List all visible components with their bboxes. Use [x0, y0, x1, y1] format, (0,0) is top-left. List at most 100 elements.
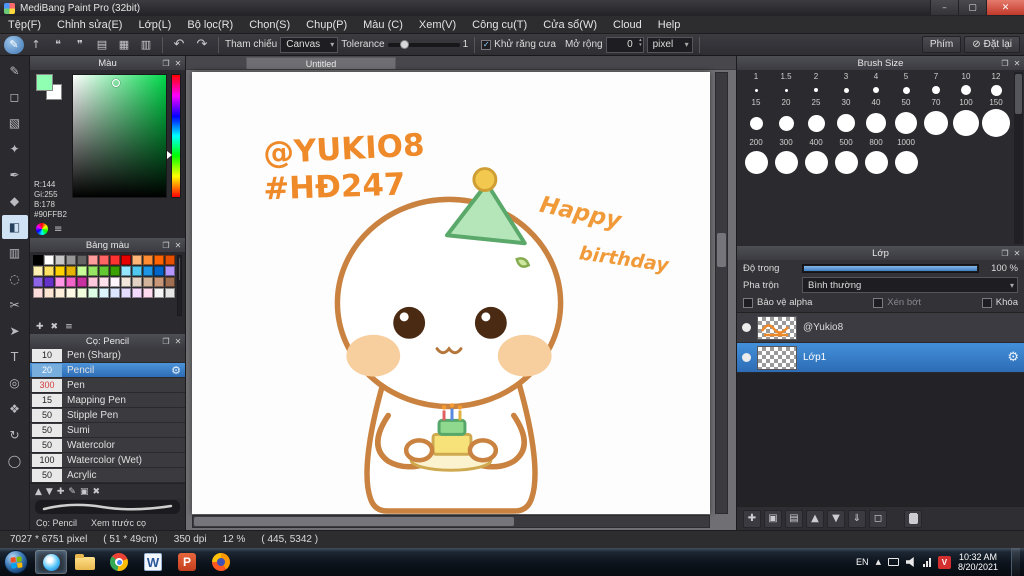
reset-button[interactable]: ⊘ Đặt lại: [964, 36, 1020, 53]
add-color-icon[interactable]: ✚: [36, 322, 44, 332]
reference-dropdown[interactable]: Canvas: [280, 36, 339, 53]
layer-visibility-icon[interactable]: [742, 353, 751, 362]
operation-tool[interactable]: ➤: [2, 319, 28, 343]
close-icon[interactable]: ✕: [173, 241, 183, 250]
layer-down-icon[interactable]: ▼: [827, 509, 845, 528]
palette-swatch[interactable]: [121, 288, 131, 298]
duplicate-layer-icon[interactable]: ▣: [764, 509, 782, 528]
menu-item-9[interactable]: Cửa sổ(W): [535, 16, 605, 34]
canvas-horizontal-scrollbar[interactable]: [192, 515, 710, 528]
brush-size-option[interactable]: 800: [861, 138, 891, 176]
palette-swatch[interactable]: [165, 288, 175, 298]
brush-list-item[interactable]: 50 Watercolor: [30, 438, 185, 453]
pen-nib-tool[interactable]: ✒: [2, 163, 28, 187]
chrome-taskbar-icon[interactable]: [103, 550, 135, 574]
layer-settings-gear-icon[interactable]: ⚙: [1007, 350, 1019, 365]
brush-mode-icon[interactable]: ✎: [4, 35, 24, 54]
palette-swatch[interactable]: [44, 277, 54, 287]
brush-size-option[interactable]: 4: [861, 72, 891, 98]
palette-swatch[interactable]: [132, 266, 142, 276]
menu-item-6[interactable]: Màu (C): [355, 16, 411, 34]
material-icon[interactable]: ▥: [136, 36, 156, 54]
brush-size-option[interactable]: 12: [981, 72, 1011, 98]
close-icon[interactable]: ✕: [173, 337, 183, 346]
explorer-taskbar-icon[interactable]: [69, 550, 101, 574]
drawing-canvas[interactable]: @YUKIO8 #HĐ247 Happy birthday: [192, 72, 710, 514]
palette-swatch[interactable]: [154, 266, 164, 276]
palette-swatch[interactable]: [154, 255, 164, 265]
eyedropper-tool[interactable]: ◎: [2, 371, 28, 395]
redo-button[interactable]: ↷: [192, 36, 212, 54]
palette-swatch[interactable]: [44, 288, 54, 298]
foreground-swatch[interactable]: [36, 74, 53, 91]
brush-size-option[interactable]: 1: [741, 72, 771, 98]
minimize-button[interactable]: –: [930, 0, 958, 15]
palette-swatch[interactable]: [110, 277, 120, 287]
palette-swatch[interactable]: [121, 266, 131, 276]
palette-swatch[interactable]: [143, 288, 153, 298]
brush-size-option[interactable]: 1.5: [771, 72, 801, 98]
menu-item-5[interactable]: Chụp(P): [298, 16, 355, 34]
palette-swatch[interactable]: [143, 255, 153, 265]
opacity-slider[interactable]: [802, 264, 979, 273]
palette-swatch[interactable]: [33, 288, 43, 298]
word-taskbar-icon[interactable]: W: [137, 550, 169, 574]
palette-swatch[interactable]: [165, 255, 175, 265]
tray-clock[interactable]: 10:32 AM 8/20/2021: [958, 552, 998, 572]
palette-swatch[interactable]: [110, 288, 120, 298]
clear-layer-icon[interactable]: ◻: [869, 509, 887, 528]
hue-slider[interactable]: [167, 74, 181, 198]
brush-size-option[interactable]: 3: [831, 72, 861, 98]
popout-icon[interactable]: ❐: [1000, 249, 1010, 258]
clipping-checkbox[interactable]: Xén bớt: [873, 297, 921, 308]
palette-swatch[interactable]: [55, 255, 65, 265]
brush-size-option[interactable]: 5: [891, 72, 921, 98]
sv-marker[interactable]: [112, 78, 121, 87]
palette-swatch[interactable]: [143, 266, 153, 276]
powerpoint-taskbar-icon[interactable]: P: [171, 550, 203, 574]
palette-swatch[interactable]: [132, 277, 142, 287]
protect-alpha-checkbox[interactable]: Bảo vệ alpha: [743, 297, 812, 308]
antialias-checkbox[interactable]: ✓: [481, 39, 492, 50]
start-button[interactable]: [4, 550, 28, 574]
palette-swatch[interactable]: [44, 266, 54, 276]
popout-icon[interactable]: ❐: [161, 337, 171, 346]
note-icon[interactable]: ▤: [92, 36, 112, 54]
maximize-button[interactable]: ▢: [958, 0, 986, 15]
brush-settings-gear-icon[interactable]: ⚙: [171, 364, 181, 377]
palette-swatch[interactable]: [99, 266, 109, 276]
show-desktop-button[interactable]: [1011, 548, 1020, 576]
network-tray-icon[interactable]: [922, 557, 931, 567]
brush-up-icon[interactable]: ▲: [35, 487, 42, 497]
upload-icon[interactable]: ↑: [26, 36, 46, 54]
palette-swatch[interactable]: [154, 288, 164, 298]
palette-swatch[interactable]: [143, 277, 153, 287]
close-icon[interactable]: ✕: [173, 59, 183, 68]
palette-swatch[interactable]: [88, 288, 98, 298]
rotate-tool[interactable]: ↻: [2, 423, 28, 447]
palette-swatch[interactable]: [77, 266, 87, 276]
menu-item-1[interactable]: Chỉnh sửa(E): [49, 16, 130, 34]
brush-size-option[interactable]: 70: [921, 98, 951, 138]
menu-item-2[interactable]: Lớp(L): [130, 16, 179, 34]
brush-list-item[interactable]: 20 Pencil ⚙: [30, 363, 185, 378]
brush-list-item[interactable]: 50 Stipple Pen: [30, 408, 185, 423]
hue-marker[interactable]: [167, 150, 172, 159]
palette-scrollbar[interactable]: [177, 255, 182, 316]
autoselect-tool[interactable]: ✦: [2, 137, 28, 161]
palette-swatch[interactable]: [88, 277, 98, 287]
brush-size-option[interactable]: 40: [861, 98, 891, 138]
popout-icon[interactable]: ❐: [1000, 59, 1010, 68]
delete-brush-icon[interactable]: ✖: [92, 487, 100, 497]
palette-swatch[interactable]: [66, 277, 76, 287]
zoom-tool[interactable]: ◯: [2, 449, 28, 473]
medibang-taskbar-icon[interactable]: [35, 550, 67, 574]
delete-layer-icon[interactable]: [904, 509, 922, 528]
layer-up-icon[interactable]: ▲: [806, 509, 824, 528]
palette-swatch[interactable]: [66, 266, 76, 276]
palette-swatch[interactable]: [165, 277, 175, 287]
menu-item-0[interactable]: Tệp(F): [0, 16, 49, 34]
canvas-vertical-scrollbar[interactable]: [715, 72, 728, 514]
layer-folder-icon[interactable]: ▤: [785, 509, 803, 528]
palette-swatch[interactable]: [99, 255, 109, 265]
